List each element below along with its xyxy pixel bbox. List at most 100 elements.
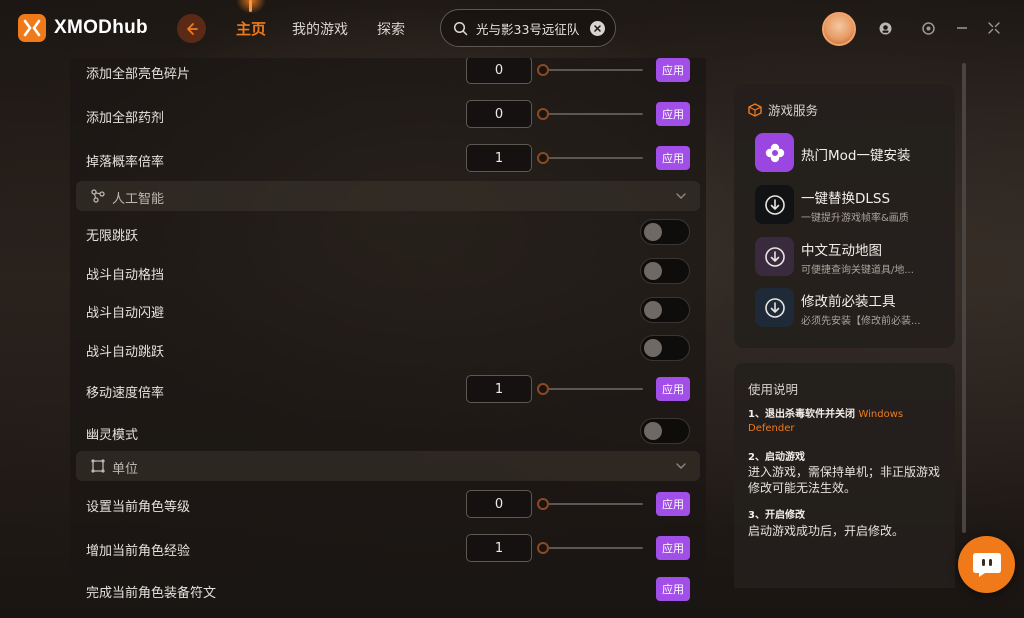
toggle-switch[interactable] <box>640 258 690 284</box>
service-item-dlss[interactable]: 一键替换DLSS 一键提升游戏帧率&画质 <box>755 185 950 225</box>
search-clear-button[interactable] <box>590 21 605 36</box>
ai-network-icon <box>91 189 105 203</box>
app-logo[interactable]: XMODhub <box>18 14 148 42</box>
value-slider[interactable] <box>537 498 643 510</box>
apply-button[interactable]: 应用 <box>656 146 690 170</box>
option-label: 战斗自动格挡 <box>86 268 165 283</box>
service-subtitle: 可便捷查询关键道具/地... <box>801 265 914 276</box>
value-slider[interactable] <box>537 64 643 76</box>
value-slider[interactable] <box>537 108 643 120</box>
option-row: 添加全部药剂 0 应用 <box>70 95 706 135</box>
chat-bubble-icon <box>972 552 1001 577</box>
back-button[interactable] <box>177 14 206 43</box>
top-bar: XMODhub 主页 我的游戏 探索 光与影33号远征队 <box>0 0 1024 58</box>
download-icon <box>755 185 794 224</box>
mod-options-panel: 添加全部亮色碎片 0 应用 添加全部药剂 0 应用 掉落概率倍率 1 应用 人工… <box>70 58 706 613</box>
slider-thumb[interactable] <box>537 152 549 164</box>
step-1-title: 1、退出杀毒软件并关闭 Windows Defender <box>748 408 948 436</box>
slider-thumb[interactable] <box>537 383 549 395</box>
value-slider[interactable] <box>537 152 643 164</box>
value-input[interactable]: 0 <box>466 100 532 128</box>
collapse-icon[interactable] <box>986 20 1002 36</box>
option-row: 设置当前角色等级 0 应用 <box>70 484 706 524</box>
option-label: 添加全部亮色碎片 <box>86 67 191 82</box>
close-icon <box>594 25 601 32</box>
service-name: 中文互动地图 <box>801 243 882 259</box>
apply-button[interactable]: 应用 <box>656 492 690 516</box>
app-name: XMODhub <box>54 17 148 38</box>
value-slider[interactable] <box>537 383 643 395</box>
active-nav-indicator <box>236 0 266 14</box>
chat-assistant-button[interactable] <box>958 536 1015 593</box>
search-icon <box>453 21 468 35</box>
toggle-switch[interactable] <box>640 418 690 444</box>
section-title: 单位 <box>112 462 139 477</box>
usage-instructions-card: 使用说明 1、退出杀毒软件并关闭 Windows Defender 2、启动游戏… <box>734 363 955 588</box>
service-item-tools[interactable]: 修改前必装工具 必须先安装【修改前必装... <box>755 288 950 328</box>
option-label: 掉落概率倍率 <box>86 155 165 170</box>
service-subtitle: 一键提升游戏帧率&画质 <box>801 213 909 224</box>
option-label: 设置当前角色等级 <box>86 500 191 515</box>
toggle-row: 战斗自动闪避 <box>70 290 706 330</box>
slider-thumb[interactable] <box>537 64 549 76</box>
slider-thumb[interactable] <box>537 108 549 120</box>
apply-button[interactable]: 应用 <box>656 536 690 560</box>
nav-home[interactable]: 主页 <box>236 18 266 39</box>
services-title: 游戏服务 <box>768 103 819 118</box>
service-name: 修改前必装工具 <box>801 294 896 310</box>
apply-button[interactable]: 应用 <box>656 377 690 401</box>
value-input[interactable]: 0 <box>466 490 532 518</box>
option-row: 添加全部亮色碎片 0 应用 <box>70 58 706 91</box>
support-icon[interactable] <box>877 20 893 36</box>
nav-explore[interactable]: 探索 <box>377 19 405 39</box>
package-icon <box>748 102 762 117</box>
scrollbar[interactable] <box>962 63 966 533</box>
slider-thumb[interactable] <box>537 498 549 510</box>
step-3-title: 3、开启修改 <box>748 510 805 521</box>
option-label: 战斗自动闪避 <box>86 306 165 321</box>
option-row: 增加当前角色经验 1 应用 <box>70 528 706 568</box>
apply-button[interactable]: 应用 <box>656 58 690 82</box>
search-box[interactable]: 光与影33号远征队 <box>440 9 616 47</box>
nav-my-games[interactable]: 我的游戏 <box>292 19 348 39</box>
download-icon <box>755 237 794 276</box>
value-input[interactable]: 1 <box>466 534 532 562</box>
service-item-map[interactable]: 中文互动地图 可便捷查询关键道具/地... <box>755 237 950 277</box>
value-input[interactable]: 1 <box>466 375 532 403</box>
section-title: 人工智能 <box>112 192 165 207</box>
value-input[interactable]: 1 <box>466 144 532 172</box>
toggle-row: 战斗自动跳跃 <box>70 329 706 369</box>
option-label: 战斗自动跳跃 <box>86 345 165 360</box>
option-label: 完成当前角色装备符文 <box>86 586 217 601</box>
toggle-switch[interactable] <box>640 335 690 361</box>
services-header: 游戏服务 <box>748 100 818 119</box>
option-label: 增加当前角色经验 <box>86 544 191 559</box>
xmod-logo-icon <box>18 14 46 42</box>
chevron-down-icon <box>676 193 686 199</box>
value-slider[interactable] <box>537 542 643 554</box>
section-header-ai[interactable]: 人工智能 <box>76 181 700 211</box>
apply-button[interactable]: 应用 <box>656 577 690 601</box>
toggle-row: 战斗自动格挡 <box>70 251 706 291</box>
minimize-icon[interactable] <box>954 20 970 36</box>
step-1-text: 1、退出杀毒软件并关闭 <box>748 409 855 420</box>
section-header-unit[interactable]: 单位 <box>76 451 700 481</box>
step-2-body: 进入游戏，需保持单机；非正版游戏修改可能无法生效。 <box>748 465 941 495</box>
slider-thumb[interactable] <box>537 542 549 554</box>
search-input[interactable]: 光与影33号远征队 <box>476 19 586 38</box>
toggle-switch[interactable] <box>640 219 690 245</box>
apply-button[interactable]: 应用 <box>656 102 690 126</box>
service-name: 一键替换DLSS <box>801 191 891 207</box>
settings-icon[interactable] <box>920 20 936 36</box>
step-3-body: 启动游戏成功后，开启修改。 <box>748 524 905 538</box>
option-row: 移动速度倍率 1 应用 <box>70 369 706 409</box>
value-input[interactable]: 0 <box>466 58 532 84</box>
toggle-switch[interactable] <box>640 297 690 323</box>
unit-frame-icon <box>91 459 105 473</box>
step-2-title: 2、启动游戏 <box>748 452 805 463</box>
user-avatar[interactable] <box>822 12 856 46</box>
option-label: 无限跳跃 <box>86 229 139 244</box>
mod-flower-icon <box>755 133 794 172</box>
service-item-hot-mod[interactable]: 热门Mod一键安装 <box>755 133 950 173</box>
option-label: 幽灵模式 <box>86 428 139 443</box>
